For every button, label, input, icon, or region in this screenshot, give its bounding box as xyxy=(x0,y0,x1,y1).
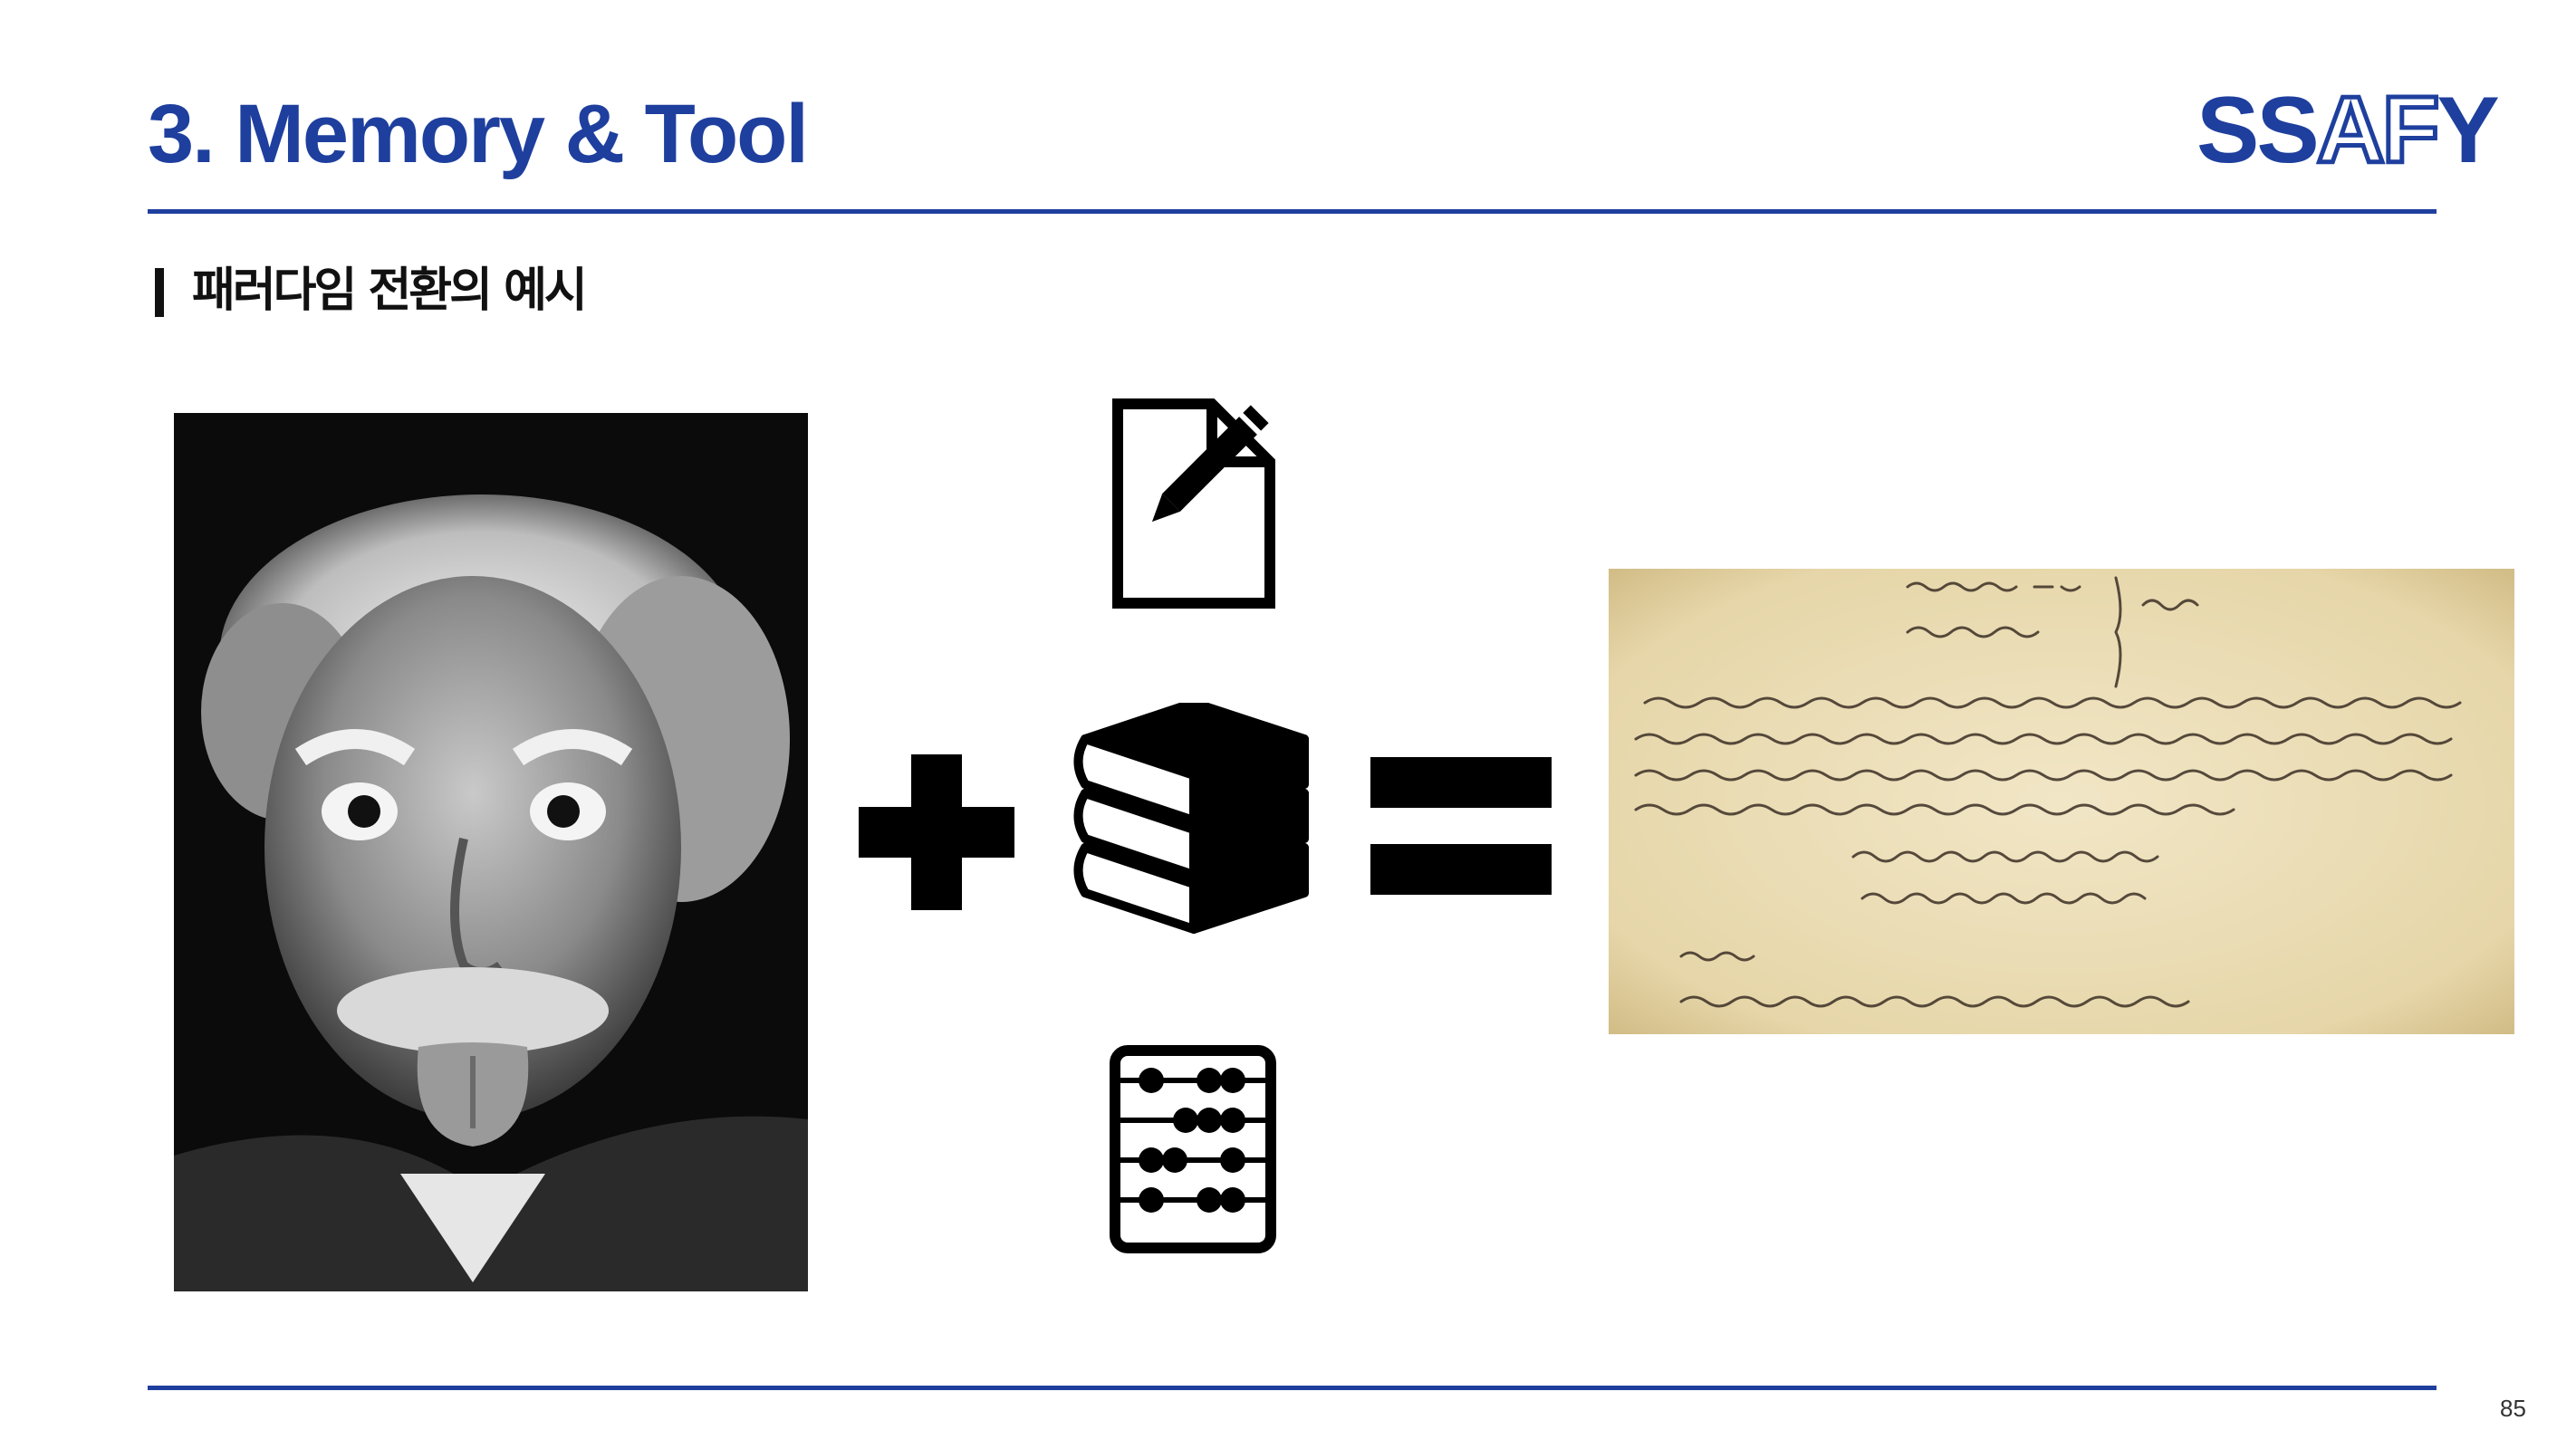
equals-icon xyxy=(1370,757,1552,895)
einstein-photo-illustration xyxy=(174,413,808,1291)
manuscript-illustration xyxy=(1609,569,2514,1034)
abacus-icon xyxy=(1110,1045,1276,1253)
logo-text-af: AF xyxy=(2314,78,2442,183)
logo-text-ss: SS xyxy=(2196,78,2320,183)
logo-text-y: Y xyxy=(2437,78,2499,183)
books-icon xyxy=(1073,703,1309,934)
plus-icon xyxy=(859,754,1014,910)
slide-title: 3. Memory & Tool xyxy=(148,88,809,180)
section-subtitle: 패러다임 전환의 예시 xyxy=(192,264,588,318)
einstein-photo xyxy=(174,413,808,1291)
header-divider xyxy=(148,209,2437,214)
ssafy-logo: SSAFY xyxy=(2196,82,2500,180)
page-number: 85 xyxy=(2500,1395,2526,1422)
subtitle-marker xyxy=(155,268,164,317)
document-pen-icon xyxy=(1112,398,1275,609)
handwritten-equations-manuscript xyxy=(1609,569,2514,1034)
footer-divider xyxy=(148,1386,2437,1390)
